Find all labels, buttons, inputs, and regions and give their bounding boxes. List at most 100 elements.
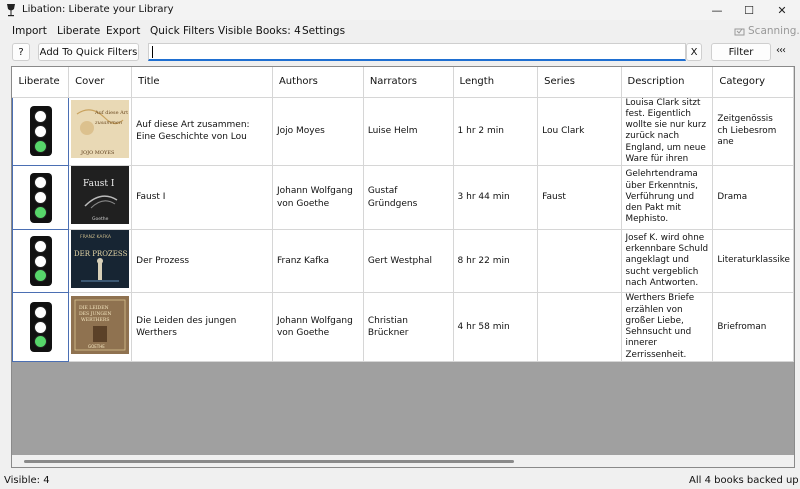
title-cell: Die Leiden des jungen Werthers bbox=[131, 292, 273, 363]
liberated-status-icon[interactable] bbox=[29, 236, 52, 287]
clear-filter-button[interactable]: X bbox=[686, 43, 702, 61]
liberated-status-icon[interactable] bbox=[29, 302, 52, 353]
category-cell: Literaturklassike bbox=[712, 229, 794, 294]
svg-text:DIE LEIDEN: DIE LEIDEN bbox=[79, 305, 109, 311]
svg-text:Faust I: Faust I bbox=[83, 179, 115, 189]
category-cell: Drama bbox=[712, 165, 794, 230]
cover-cell[interactable]: FRANZ KAFKA DER PROZESS bbox=[68, 229, 133, 294]
svg-text:GOETHE: GOETHE bbox=[88, 344, 105, 349]
wine-glass-icon bbox=[7, 4, 15, 17]
description-cell: Josef K. wird ohne erkennbare Schuld ang… bbox=[621, 229, 714, 294]
col-header-length[interactable]: Length bbox=[453, 67, 539, 98]
books-table: Liberate Cover Title Authors Narrators L… bbox=[12, 67, 794, 363]
description-cell: Werthers Briefe erzählen von großer Lieb… bbox=[621, 292, 714, 363]
narrators-cell: Christian Brückner bbox=[363, 292, 454, 363]
minimize-button[interactable]: — bbox=[700, 0, 734, 20]
svg-text:Goethe: Goethe bbox=[92, 216, 109, 222]
category-cell: Briefroman bbox=[712, 292, 794, 363]
add-to-quick-filters-button[interactable]: Add To Quick Filters bbox=[38, 43, 139, 61]
authors-cell: Jojo Moyes bbox=[272, 97, 364, 167]
authors-cell: Franz Kafka bbox=[272, 229, 364, 294]
liberate-cell[interactable] bbox=[12, 165, 70, 230]
table-row[interactable]: Faust I Goethe Faust I Johann Wolfgang v… bbox=[12, 165, 794, 230]
filter-toolbar: ? Add To Quick Filters X Filter ‹‹‹ bbox=[0, 42, 800, 64]
light-off bbox=[34, 110, 48, 124]
status-bar: Visible: 4 All 4 books backed up bbox=[0, 472, 800, 489]
cover-cell[interactable]: Auf diese Art zusammen JOJO MOYES bbox=[68, 97, 133, 167]
liberate-cell[interactable] bbox=[12, 292, 70, 363]
col-header-description[interactable]: Description bbox=[621, 67, 714, 98]
svg-text:Auf diese Art: Auf diese Art bbox=[94, 110, 128, 116]
light-off bbox=[34, 176, 48, 190]
text-caret bbox=[152, 46, 153, 58]
menu-visible-books[interactable]: Visible Books: 4 bbox=[218, 25, 301, 37]
light-off bbox=[34, 191, 48, 205]
menu-settings[interactable]: Settings bbox=[302, 25, 345, 37]
book-cover-image[interactable]: Faust I Goethe bbox=[71, 166, 130, 225]
category-cell: Zeitgenössisch Liebesromane bbox=[712, 97, 794, 167]
category-text: Zeitgenössisch Liebesromane bbox=[717, 114, 777, 148]
col-header-authors[interactable]: Authors bbox=[272, 67, 364, 98]
close-button[interactable]: ✕ bbox=[765, 0, 799, 20]
narrators-cell: Luise Helm bbox=[363, 97, 454, 167]
table-row[interactable]: Auf diese Art zusammen JOJO MOYES Auf di… bbox=[12, 96, 794, 167]
menu-export[interactable]: Export bbox=[106, 25, 140, 37]
library-grid: Liberate Cover Title Authors Narrators L… bbox=[11, 66, 795, 468]
col-header-series[interactable]: Series bbox=[537, 67, 622, 98]
light-off bbox=[34, 254, 48, 268]
series-cell: Lou Clark bbox=[537, 97, 622, 167]
col-header-cover[interactable]: Cover bbox=[68, 67, 133, 98]
title-bar: Libation: Liberate your Library — ☐ ✕ bbox=[0, 0, 800, 20]
scanning-status: Scanning... bbox=[734, 25, 800, 37]
col-header-category[interactable]: Category bbox=[712, 67, 794, 98]
col-header-title[interactable]: Title bbox=[131, 67, 273, 98]
liberated-status-icon[interactable] bbox=[29, 172, 52, 223]
cover-cell[interactable]: Faust I Goethe bbox=[68, 165, 133, 230]
backup-status: All 4 books backed up bbox=[689, 475, 799, 486]
light-off bbox=[34, 306, 48, 319]
horizontal-scrollbar[interactable] bbox=[12, 455, 794, 467]
light-off bbox=[34, 124, 48, 138]
authors-cell: Johann Wolfgang von Goethe bbox=[272, 165, 364, 230]
table-row[interactable]: FRANZ KAFKA DER PROZESS Der Prozess Fran… bbox=[12, 228, 794, 294]
table-row[interactable]: DIE LEIDEN DES JUNGEN WERTHERS GOETHE Di… bbox=[12, 292, 794, 363]
book-cover-image[interactable]: DIE LEIDEN DES JUNGEN WERTHERS GOETHE bbox=[71, 295, 130, 354]
liberate-cell[interactable] bbox=[12, 96, 70, 167]
filter-input[interactable] bbox=[148, 43, 686, 61]
window-title: Libation: Liberate your Library bbox=[22, 4, 174, 15]
menu-quick-filters[interactable]: Quick Filters bbox=[150, 25, 215, 37]
cover-cell[interactable]: DIE LEIDEN DES JUNGEN WERTHERS GOETHE bbox=[68, 292, 133, 363]
collapse-panel-button[interactable]: ‹‹‹ bbox=[776, 45, 786, 56]
scan-icon bbox=[734, 28, 745, 36]
series-cell bbox=[537, 292, 622, 363]
length-cell: 3 hr 44 min bbox=[453, 165, 539, 230]
col-header-narrators[interactable]: Narrators bbox=[363, 67, 454, 98]
help-button[interactable]: ? bbox=[12, 43, 30, 61]
app-window: Libation: Liberate your Library — ☐ ✕ Im… bbox=[0, 0, 800, 489]
liberate-cell[interactable] bbox=[12, 228, 70, 294]
series-cell bbox=[537, 229, 622, 294]
scrollbar-thumb[interactable] bbox=[24, 460, 514, 463]
menu-liberate[interactable]: Liberate bbox=[57, 25, 100, 37]
narrators-cell: Gustaf Gründgens bbox=[363, 165, 454, 230]
filter-button[interactable]: Filter bbox=[711, 43, 771, 61]
book-cover-image[interactable]: Auf diese Art zusammen JOJO MOYES bbox=[71, 100, 130, 159]
title-cell: Der Prozess bbox=[131, 229, 273, 294]
menu-bar: Import Liberate Export Quick Filters Vis… bbox=[0, 21, 800, 41]
header-row: Liberate Cover Title Authors Narrators L… bbox=[12, 67, 794, 98]
menu-import[interactable]: Import bbox=[12, 25, 47, 37]
light-off bbox=[34, 239, 48, 253]
visible-count: Visible: 4 bbox=[4, 475, 50, 486]
length-cell: 8 hr 22 min bbox=[453, 229, 539, 294]
title-cell: Auf diese Art zusammen: Eine Geschichte … bbox=[131, 97, 273, 167]
svg-text:JOJO MOYES: JOJO MOYES bbox=[80, 150, 115, 156]
svg-text:DER PROZESS: DER PROZESS bbox=[74, 250, 128, 258]
maximize-button[interactable]: ☐ bbox=[732, 0, 766, 20]
light-green bbox=[34, 335, 48, 349]
authors-cell: Johann Wolfgang von Goethe bbox=[272, 292, 364, 363]
col-header-liberate[interactable]: Liberate bbox=[12, 67, 70, 98]
title-cell: Faust I bbox=[131, 165, 273, 230]
liberated-status-icon[interactable] bbox=[29, 106, 52, 157]
length-cell: 1 hr 2 min bbox=[453, 97, 539, 167]
book-cover-image[interactable]: FRANZ KAFKA DER PROZESS bbox=[71, 229, 130, 288]
